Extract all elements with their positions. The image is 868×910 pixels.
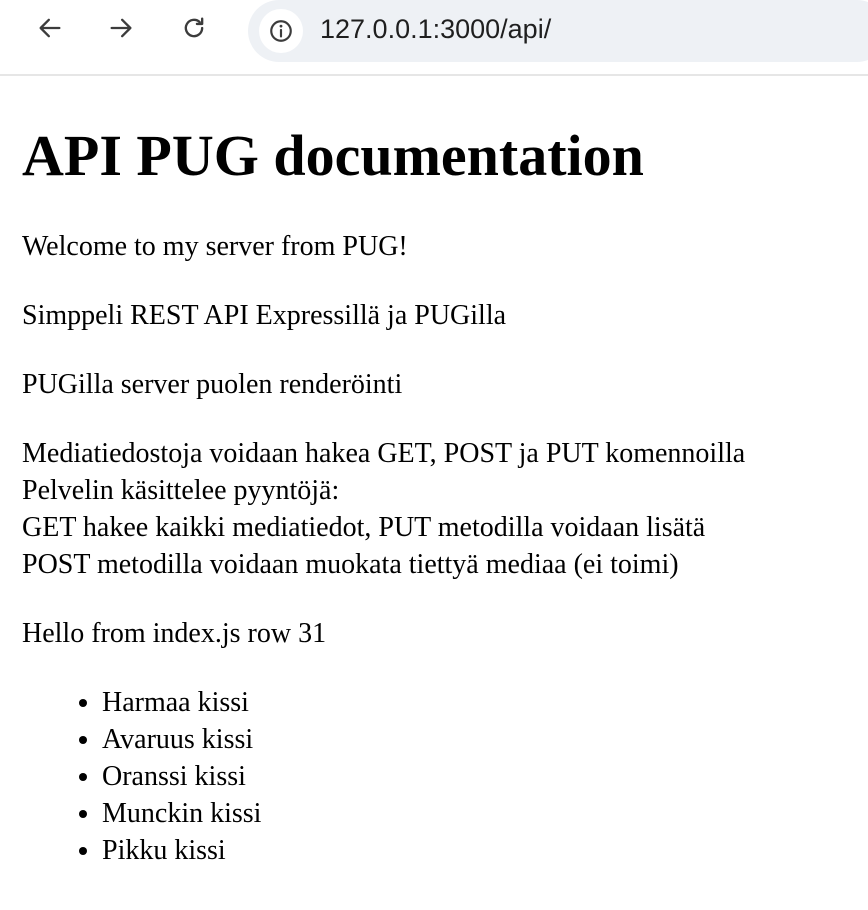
description-line: GET hakee kaikki mediatiedot, PUT metodi… — [22, 512, 706, 543]
list-item: Pikku kissi — [102, 832, 868, 869]
forward-button[interactable] — [101, 8, 141, 48]
description-line: Pelvelin käsittelee pyyntöjä: — [22, 475, 340, 506]
subtitle-text: Simppeli REST API Expressillä ja PUGilla — [22, 300, 507, 331]
reload-icon — [184, 17, 204, 38]
list-item: Munckin kissi — [102, 795, 868, 832]
reload-button[interactable] — [174, 8, 214, 48]
back-arrow-icon — [39, 18, 61, 38]
browser-toolbar: 127.0.0.1:3000/api/ — [0, 0, 868, 76]
list-item: Oranssi kissi — [102, 758, 868, 795]
site-info-button[interactable] — [259, 9, 303, 53]
render-note-text: PUGilla server puolen renderöinti — [22, 369, 403, 400]
description-paragraph: Mediatiedostoja voidaan hakea GET, POST … — [22, 435, 868, 583]
page-content: API PUG documentation Welcome to my serv… — [22, 76, 868, 869]
back-button[interactable] — [30, 8, 70, 48]
cat-list: Harmaa kissi Avaruus kissi Oranssi kissi… — [22, 684, 868, 869]
list-item: Harmaa kissi — [102, 684, 868, 721]
info-icon — [270, 20, 292, 42]
address-bar[interactable]: 127.0.0.1:3000/api/ — [248, 0, 868, 62]
forward-arrow-icon — [110, 18, 132, 38]
description-line: Mediatiedostoja voidaan hakea GET, POST … — [22, 438, 746, 469]
hello-text: Hello from index.js row 31 — [22, 618, 327, 649]
list-item: Avaruus kissi — [102, 721, 868, 758]
welcome-text: Welcome to my server from PUG! — [22, 231, 408, 262]
url-text[interactable]: 127.0.0.1:3000/api/ — [320, 14, 551, 44]
description-line: POST metodilla voidaan muokata tiettyä m… — [22, 549, 679, 580]
page-title: API PUG documentation — [22, 123, 644, 188]
